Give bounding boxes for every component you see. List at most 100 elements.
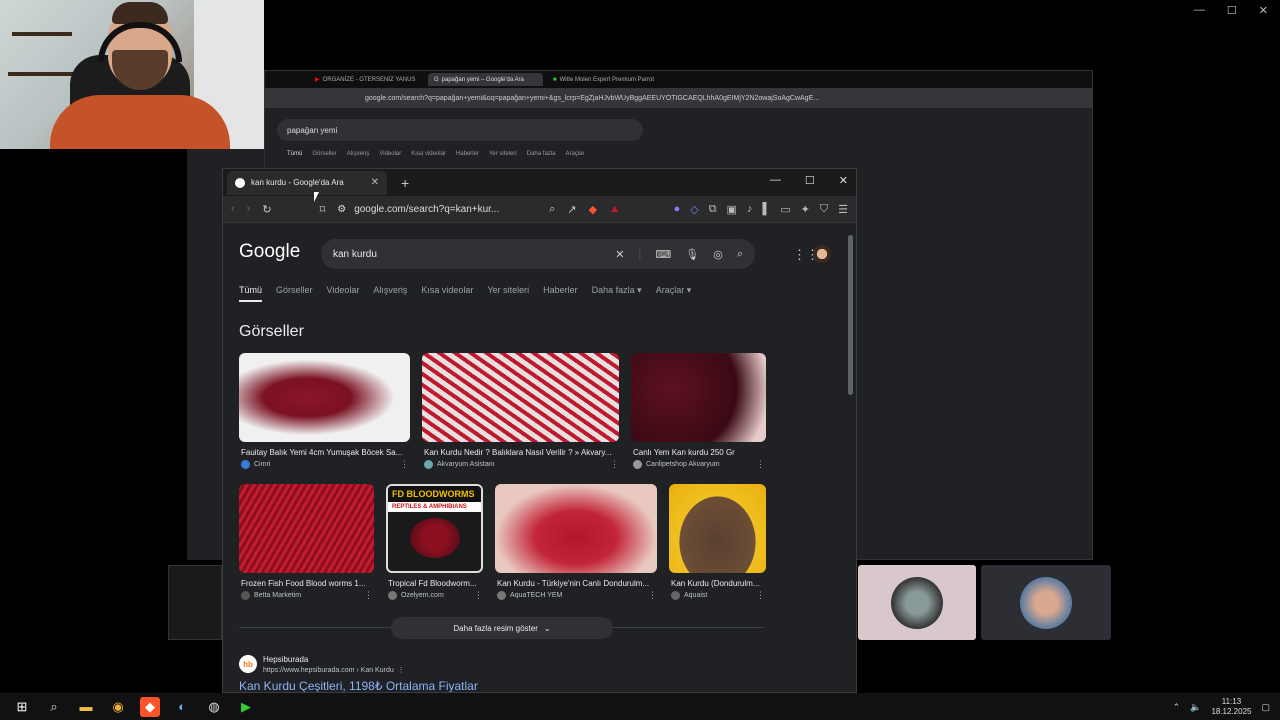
image-caption[interactable]: Kan Kurdu (Dondurulm...: [671, 579, 765, 588]
back-nav-item[interactable]: Yer siteleri: [489, 151, 517, 157]
maximize-icon[interactable]: ☐: [805, 174, 815, 187]
clock[interactable]: 11:13 18.12.2025: [1211, 697, 1251, 717]
steam-icon[interactable]: ◐: [172, 697, 192, 717]
result-site-name[interactable]: Hepsiburada: [263, 655, 308, 664]
chevron-up-icon[interactable]: ⌃: [1173, 702, 1181, 713]
microphone-icon[interactable]: 🎙: [685, 248, 699, 261]
extension-icon[interactable]: ●: [674, 203, 681, 215]
show-more-images-button[interactable]: Daha fazla resim göster ⌄: [391, 617, 613, 639]
more-options-icon[interactable]: ⋮: [756, 590, 765, 601]
tab-all[interactable]: Tümü: [239, 285, 263, 302]
back-nav-item[interactable]: Haberler: [456, 151, 479, 157]
image-caption[interactable]: Canlı Yem Kan kurdu 250 Gr: [633, 448, 765, 457]
taskview-thumbnail[interactable]: [168, 565, 222, 640]
lens-icon[interactable]: ◎: [713, 248, 723, 261]
image-result[interactable]: [669, 484, 766, 573]
back-tab-youtube[interactable]: ▶ ORGANİZE - GTERSENİZ YANUS: [309, 73, 424, 86]
brave-icon[interactable]: ◆: [140, 696, 160, 717]
back-nav-item[interactable]: Videolar: [379, 151, 401, 157]
keyboard-icon[interactable]: ⌨: [655, 248, 671, 261]
clear-icon[interactable]: ✕: [615, 248, 624, 261]
scrollbar[interactable]: [848, 235, 853, 395]
back-icon[interactable]: ‹: [231, 203, 235, 215]
more-options-icon[interactable]: ⋮: [364, 590, 373, 601]
image-result[interactable]: [631, 353, 766, 442]
obs-icon[interactable]: ◍: [204, 697, 224, 717]
back-tab-parrot[interactable]: ■ Witte Molen Expert Premium Parrot: [547, 73, 662, 86]
extension-icon[interactable]: ◇: [690, 203, 698, 216]
back-nav-item[interactable]: Alışveriş: [347, 151, 370, 157]
site-settings-icon[interactable]: ⚙: [337, 204, 346, 215]
back-nav-item[interactable]: Daha fazla: [527, 151, 556, 157]
search-icon[interactable]: ⌕: [44, 697, 64, 717]
brave-shield-icon[interactable]: ◆: [589, 203, 597, 216]
forward-icon[interactable]: ›: [247, 203, 251, 215]
minimize-icon[interactable]: —: [1194, 4, 1205, 17]
search-input[interactable]: kan kurdu ✕ | ⌨ 🎙 ◎ ⌕: [321, 239, 755, 269]
notification-icon[interactable]: ▢: [1261, 702, 1270, 713]
back-nav-item[interactable]: Görseller: [312, 151, 336, 157]
close-icon[interactable]: ✕: [839, 174, 848, 187]
puzzle-icon[interactable]: ⧉: [709, 203, 717, 216]
chrome-icon[interactable]: ◉: [108, 697, 128, 717]
more-options-icon[interactable]: ⋮: [474, 590, 483, 601]
wallet-icon[interactable]: ▭: [780, 203, 790, 216]
app-icon[interactable]: ▶: [236, 697, 256, 717]
more-options-icon[interactable]: ⋮: [756, 459, 765, 470]
leo-icon[interactable]: ✦: [801, 203, 810, 216]
video-call-thumbnail[interactable]: [858, 565, 976, 640]
video-call-thumbnail[interactable]: [981, 565, 1111, 640]
image-source[interactable]: Akvaryum Asistanı: [424, 460, 495, 469]
reload-icon[interactable]: ↻: [262, 203, 271, 216]
image-caption[interactable]: Kan Kurdu - Türkiye'nin Canlı Dondurulm.…: [497, 579, 655, 588]
image-caption[interactable]: Frozen Fish Food Blood worms 1...: [241, 579, 371, 588]
music-icon[interactable]: ♪: [747, 203, 753, 215]
google-logo[interactable]: Google: [239, 241, 300, 263]
back-nav-item[interactable]: Tümü: [287, 151, 302, 157]
maximize-icon[interactable]: ☐: [1227, 4, 1237, 17]
image-source[interactable]: Betta Marketim: [241, 591, 301, 600]
tab-more[interactable]: Daha fazla ▾: [592, 285, 642, 302]
windows-start-icon[interactable]: ⊞: [12, 697, 32, 717]
back-nav-item[interactable]: Araçlar: [565, 151, 584, 157]
close-icon[interactable]: ✕: [1259, 4, 1268, 17]
tab-places[interactable]: Yer siteleri: [487, 285, 529, 302]
zoom-icon[interactable]: ⌕: [549, 203, 555, 216]
file-explorer-icon[interactable]: ▬: [76, 697, 96, 717]
back-nav-item[interactable]: Kısa videolar: [411, 151, 446, 157]
image-source[interactable]: Ozelyem.com: [388, 591, 444, 600]
address-bar[interactable]: ⚙ google.com/search?q=kan+kur...: [337, 204, 537, 215]
image-source[interactable]: Cimri: [241, 460, 270, 469]
image-result[interactable]: [239, 484, 374, 573]
minimize-icon[interactable]: —: [770, 174, 781, 187]
tab-tools[interactable]: Araçlar ▾: [656, 285, 692, 302]
back-address-bar[interactable]: google.com/search?q=papağan+yemi&oq=papa…: [265, 88, 1092, 108]
close-tab-icon[interactable]: ✕: [371, 177, 379, 188]
result-url[interactable]: https://www.hepsiburada.com › Kan Kurdu …: [263, 666, 405, 674]
more-options-icon[interactable]: ⋮: [610, 459, 619, 470]
image-caption[interactable]: Fauitay Balık Yemi 4cm Yumuşak Böcek Sa.…: [241, 448, 409, 457]
tab-images[interactable]: Görseller: [276, 285, 313, 302]
front-browser-window[interactable]: kan kurdu - Google'da Ara ✕ + — ☐ ✕ ‹ › …: [222, 168, 857, 693]
brave-rewards-icon[interactable]: ▲: [609, 203, 620, 215]
menu-icon[interactable]: ☰: [838, 203, 848, 216]
tab-kan-kurdu[interactable]: kan kurdu - Google'da Ara ✕: [227, 170, 387, 195]
image-source[interactable]: AquaTECH YEM: [497, 591, 562, 600]
image-result[interactable]: [239, 353, 410, 442]
tab-videos[interactable]: Videolar: [327, 285, 360, 302]
vpn-icon[interactable]: ⛉: [820, 203, 828, 216]
more-options-icon[interactable]: ⋮: [400, 459, 409, 470]
search-icon[interactable]: ⌕: [737, 248, 743, 261]
image-result[interactable]: [422, 353, 619, 442]
image-source[interactable]: Aquaist: [671, 591, 707, 600]
new-tab-button[interactable]: +: [401, 175, 409, 191]
image-caption[interactable]: Kan Kurdu Nedir ? Balıklara Nasıl Verili…: [424, 448, 620, 457]
back-tab-google[interactable]: Gpapağan yemi – Google'da Ara: [428, 73, 543, 86]
volume-icon[interactable]: 🔈: [1190, 702, 1201, 713]
avatar[interactable]: [813, 245, 831, 263]
tab-news[interactable]: Haberler: [543, 285, 578, 302]
bookmark-icon[interactable]: ⌑: [320, 203, 326, 216]
tab-short-videos[interactable]: Kısa videolar: [421, 285, 473, 302]
image-caption[interactable]: Tropical Fd Bloodworm...: [388, 579, 483, 588]
tab-shopping[interactable]: Alışveriş: [373, 285, 407, 302]
